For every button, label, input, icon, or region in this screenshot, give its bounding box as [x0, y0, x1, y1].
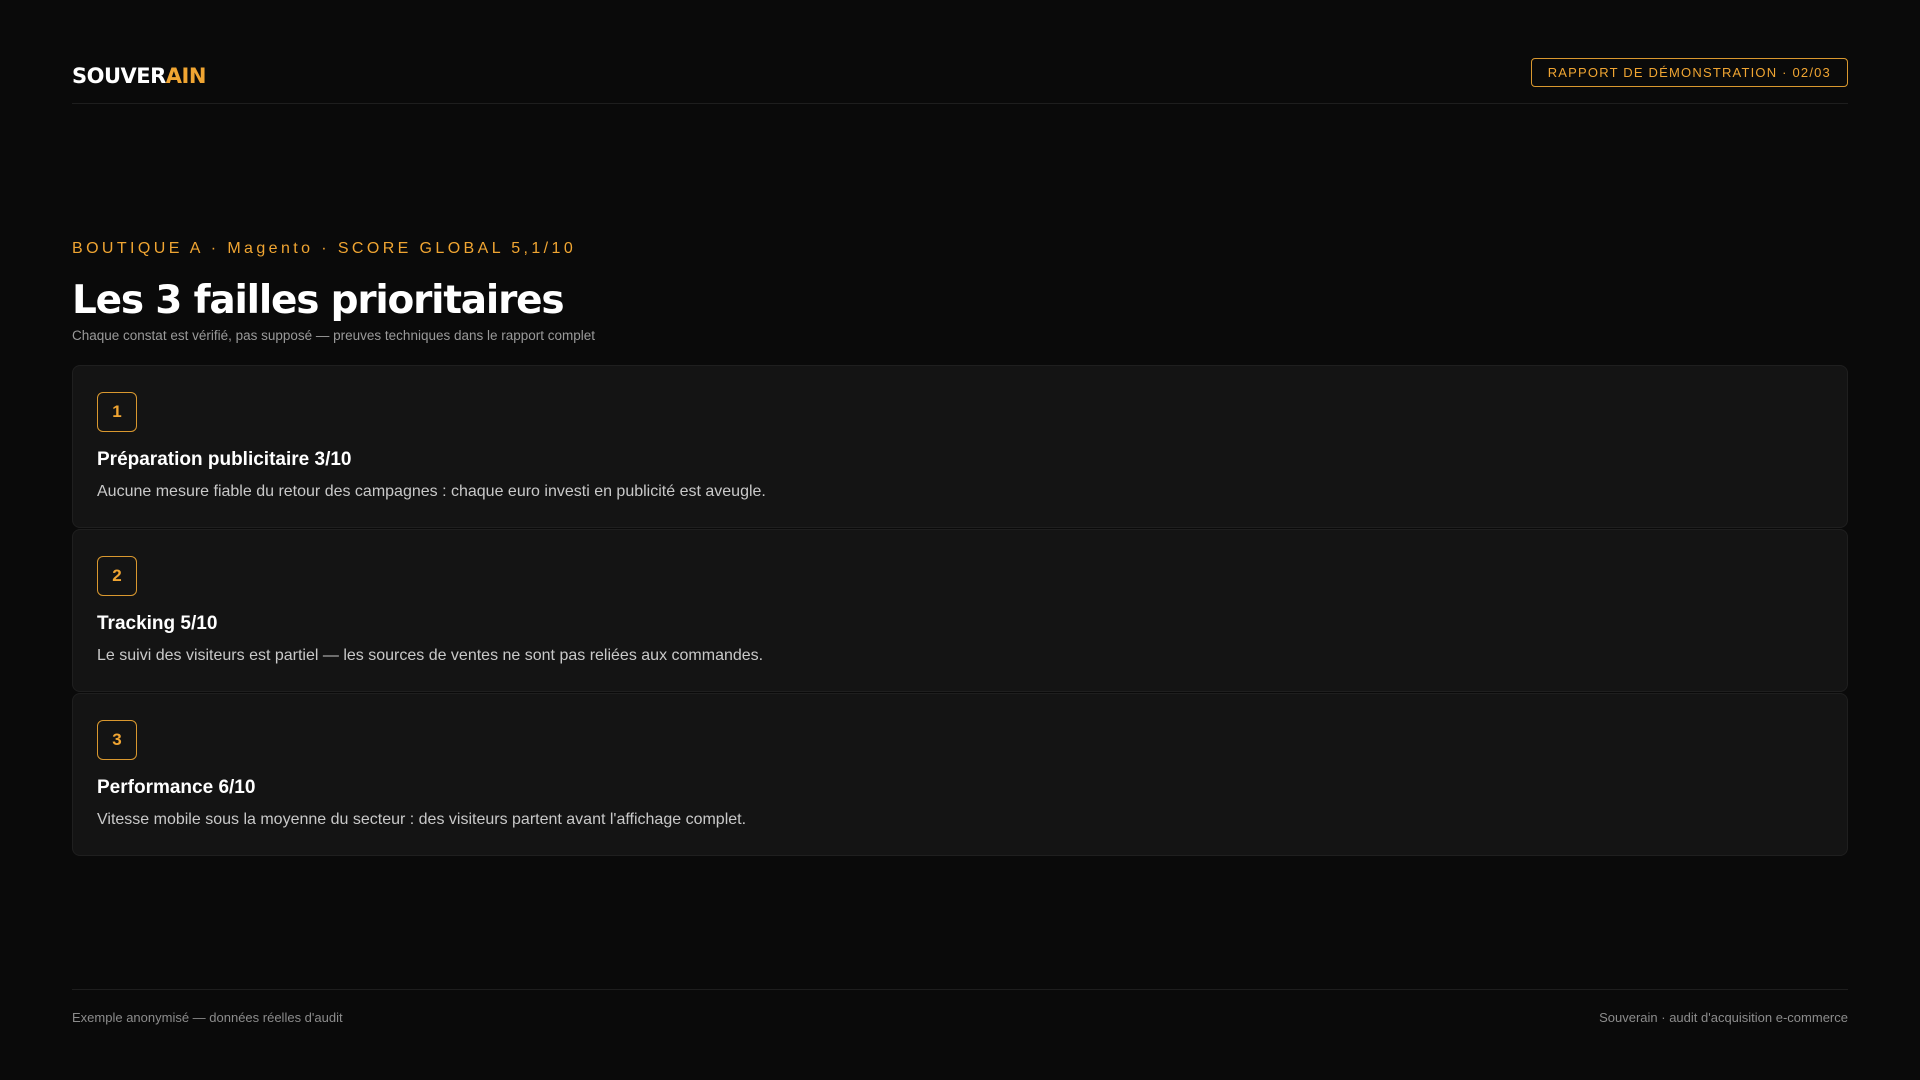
faille-description: Aucune mesure fiable du retour des campa… [97, 483, 766, 500]
footer-note: Exemple anonymisé — données réelles d'au… [72, 1010, 343, 1025]
logo-part-2: AIN [165, 63, 207, 88]
faille-title: Tracking 5/10 [97, 613, 218, 634]
report-badge: RAPPORT DE DÉMONSTRATION · 02/03 [1530, 58, 1848, 87]
faille-card-3: 3 Performance 6/10 Vitesse mobile sous l… [72, 693, 1848, 856]
faille-description: Le suivi des visiteurs est partiel — les… [97, 647, 764, 664]
failles-list: 1 Préparation publicitaire 3/10 Aucune m… [72, 365, 1848, 857]
faille-number-badge: 3 [97, 720, 137, 760]
faille-number-badge: 2 [97, 556, 137, 596]
page-header: SOUVERAIN RAPPORT DE DÉMONSTRATION · 02/… [72, 56, 1848, 104]
footer-brand: Souverain · audit d'acquisition e-commer… [1599, 1010, 1848, 1025]
page-title: Les 3 failles prioritaires [72, 278, 565, 323]
faille-number-badge: 1 [97, 392, 137, 432]
brand-logo: SOUVERAIN [72, 64, 206, 88]
faille-title: Préparation publicitaire 3/10 [97, 449, 352, 470]
faille-description: Vitesse mobile sous la moyenne du secteu… [97, 811, 747, 828]
logo-part-1: SOUVER [72, 63, 166, 88]
report-page: SOUVERAIN RAPPORT DE DÉMONSTRATION · 02/… [0, 0, 1920, 1080]
faille-card-1: 1 Préparation publicitaire 3/10 Aucune m… [72, 365, 1848, 528]
faille-card-2: 2 Tracking 5/10 Le suivi des visiteurs e… [72, 529, 1848, 692]
page-footer: Exemple anonymisé — données réelles d'au… [72, 989, 1848, 1025]
faille-title: Performance 6/10 [97, 777, 256, 798]
shop-summary: BOUTIQUE A · Magento · SCORE GLOBAL 5,1/… [72, 240, 577, 257]
page-subtitle: Chaque constat est vérifié, pas supposé … [72, 328, 596, 343]
